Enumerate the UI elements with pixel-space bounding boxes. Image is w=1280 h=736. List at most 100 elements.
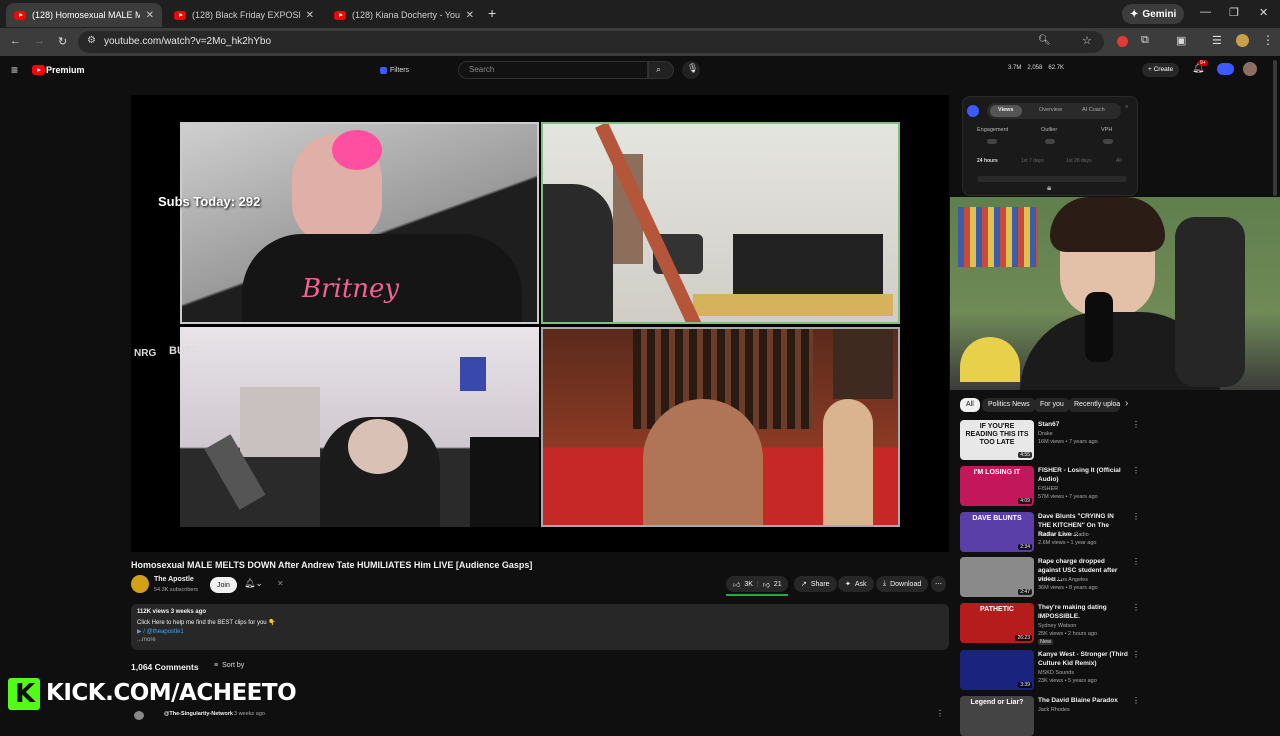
channel-avatar[interactable] [131, 575, 149, 593]
video-thumbnail[interactable]: I'M LOSING IT 4:09 [960, 466, 1034, 506]
recommended-channel[interactable]: FOX 11 Los Angeles [1038, 577, 1088, 583]
more-options-icon[interactable]: ⋮ [1132, 557, 1140, 566]
like-count[interactable]: 3K [744, 581, 753, 588]
close-tab-icon[interactable]: ✕ [146, 10, 154, 21]
collapse-chevron-icon[interactable]: ˄ [1125, 105, 1129, 111]
dislike-count[interactable]: 21 [774, 581, 782, 588]
recommended-title[interactable]: FISHER - Losing It (Official Audio) [1038, 466, 1128, 484]
address-bar[interactable]: ⚙ youtube.com/watch?v=2Mo_hk2hYbo 🔍︎ ☆ [78, 31, 1104, 53]
channel-link[interactable]: ▶ / @theapostle1 [137, 628, 184, 635]
search-button[interactable]: ⌕ [648, 61, 674, 79]
browser-tab[interactable]: (128) Homosexual MALE MELTS ✕ [6, 3, 162, 27]
recommended-video[interactable]: PATHETIC 26:23 They're making dating IMPOS… [960, 603, 1140, 645]
recommended-video[interactable]: Legend or Liar? The David Blaine Paradox J… [960, 696, 1140, 736]
recommended-title[interactable]: The David Blaine Paradox [1038, 696, 1128, 705]
more-options-icon[interactable]: ⋮ [1132, 696, 1140, 705]
recommended-channel[interactable]: Jack Rhodes [1038, 707, 1070, 713]
recommended-channel[interactable]: FISHER [1038, 486, 1058, 492]
chip-for-you[interactable]: For you [1034, 398, 1070, 412]
browser-tab[interactable]: (128) Kiana Docherty - YouTube ✕ [326, 3, 482, 27]
video-thumbnail[interactable]: PATHETIC 26:23 [960, 603, 1034, 643]
video-thumbnail[interactable]: IF YOU'RE READING THIS ITS TOO LATE 4:55 [960, 420, 1034, 460]
close-tab-icon[interactable]: ✕ [466, 10, 474, 21]
premium-logo-text[interactable]: Premium [46, 65, 85, 75]
more-options-icon[interactable]: ⋮ [1132, 420, 1140, 429]
chip-recently-uploaded[interactable]: Recently uploaded [1068, 398, 1120, 412]
chip-all[interactable]: All [960, 398, 980, 412]
close-icon[interactable]: ✕ [277, 579, 284, 588]
extension-badge[interactable] [1217, 63, 1234, 75]
range-option[interactable]: All [1116, 158, 1122, 164]
account-avatar[interactable] [1243, 62, 1257, 76]
download-button[interactable]: ⤓ Download [876, 576, 929, 592]
chip-politics-news[interactable]: Politics News [982, 398, 1036, 412]
recommended-video[interactable]: 2:47 Rape charge dropped against USC stud… [960, 557, 1140, 597]
youtube-logo-icon[interactable] [32, 65, 45, 75]
profile-avatar[interactable] [1236, 34, 1249, 47]
thumbs-down-icon[interactable]: 👎︎ [763, 580, 770, 589]
recommended-title[interactable]: Stan67 [1038, 420, 1128, 429]
comment-menu-icon[interactable]: ⋮ [936, 709, 944, 718]
video-thumbnail[interactable]: 2:47 [960, 557, 1034, 597]
bookmark-star-icon[interactable]: ☆ [1082, 34, 1092, 47]
minimize-icon[interactable]: — [1200, 6, 1211, 18]
menu-dots-icon[interactable]: ⋮ [1262, 33, 1274, 47]
recommended-channel[interactable]: Drake [1038, 431, 1053, 437]
reload-icon[interactable]: ↻ [58, 35, 67, 48]
extension-icon[interactable] [1117, 36, 1128, 47]
recommended-video[interactable]: IF YOU'RE READING THIS ITS TOO LATE 4:55 S… [960, 420, 1140, 460]
comment-avatar[interactable] [134, 711, 144, 720]
panel-tab-ai-coach[interactable]: AI Coach [1082, 107, 1105, 113]
bell-subscribed-icon[interactable]: 🔔︎⌄ [244, 578, 263, 589]
more-options-icon[interactable]: ⋮ [1132, 650, 1140, 659]
panel-tab-views[interactable]: Views [990, 105, 1022, 117]
voice-search-button[interactable]: 🎙︎ [682, 61, 700, 79]
recommended-channel[interactable]: Sydney Watson [1038, 623, 1076, 629]
create-button[interactable]: + Create [1142, 63, 1180, 77]
more-options-icon[interactable]: ⋮ [1132, 466, 1140, 475]
recommended-channel[interactable]: On The Radar Radio [1038, 532, 1089, 538]
range-option[interactable]: 24 hours [977, 158, 998, 164]
browser-tab[interactable]: (128) Black Friday EXPOSED as ✕ [166, 3, 322, 27]
close-tab-icon[interactable]: ✕ [306, 10, 314, 21]
restore-icon[interactable]: ❐ [1229, 6, 1239, 19]
close-window-icon[interactable]: ✕ [1259, 6, 1268, 19]
comment-author[interactable]: @The-Singularity-Network [164, 711, 233, 717]
ask-button[interactable]: ✦ Ask [838, 576, 874, 592]
video-thumbnail[interactable]: 3:39 [960, 650, 1034, 690]
range-option[interactable]: 1st 28 days [1066, 158, 1092, 164]
back-icon[interactable]: ← [10, 35, 21, 47]
recommended-channel[interactable]: MSKD Sounds [1038, 670, 1074, 676]
tab-search-icon[interactable]: ☰ [1212, 34, 1222, 47]
video-thumbnail[interactable]: Legend or Liar? [960, 696, 1034, 736]
recommended-video[interactable]: I'M LOSING IT 4:09 FISHER - Losing It (Off… [960, 466, 1140, 506]
site-info-icon[interactable]: ⚙ [87, 35, 96, 46]
recommended-title[interactable]: They're making dating IMPOSSIBLE. [1038, 603, 1128, 621]
recommended-video[interactable]: 3:39 Kanye West - Stronger (Third Culture… [960, 650, 1140, 690]
recommended-title[interactable]: Kanye West - Stronger (Third Culture Kid… [1038, 650, 1128, 668]
more-options-icon[interactable]: ⋮ [1132, 603, 1140, 612]
thumbs-up-icon[interactable]: 👍︎ [733, 580, 740, 589]
sidebar-icon[interactable]: ▣ [1176, 34, 1186, 47]
filters-button[interactable]: Filters [380, 64, 409, 77]
forward-icon[interactable]: → [34, 35, 45, 47]
gemini-button[interactable]: ✦ Gemini [1122, 4, 1185, 24]
join-button[interactable]: Join [210, 577, 237, 593]
puzzle-extensions-icon[interactable]: ⧉ [1141, 34, 1149, 47]
panel-tab-overview[interactable]: Overview [1039, 107, 1062, 113]
chips-next-chevron-icon[interactable]: › [1125, 398, 1128, 409]
sort-by-button[interactable]: ≡ Sort by [214, 662, 244, 669]
video-player[interactable]: Britney Subs Today: 292 NRG BUFF [131, 95, 949, 552]
share-button[interactable]: ↗ Share [794, 576, 837, 592]
page-scrollbar[interactable] [1273, 60, 1277, 196]
zoom-icon[interactable]: 🔍︎ [1038, 35, 1051, 46]
video-thumbnail[interactable]: DAVE BLUNTS 2:34 [960, 512, 1034, 552]
more-options-icon[interactable]: ⋮ [1132, 512, 1140, 521]
description-box[interactable]: 112K views 3 weeks ago Click Here to hel… [131, 604, 949, 650]
recommended-video[interactable]: DAVE BLUNTS 2:34 Dave Blunts "CRYING IN TH… [960, 512, 1140, 552]
show-more-link[interactable]: ...more [137, 637, 156, 643]
channel-name[interactable]: The Apostle [154, 576, 194, 583]
search-input[interactable]: Search [458, 61, 648, 79]
more-actions-button[interactable]: ⋯ [931, 576, 946, 592]
range-option[interactable]: 1st 7 days [1021, 158, 1044, 164]
